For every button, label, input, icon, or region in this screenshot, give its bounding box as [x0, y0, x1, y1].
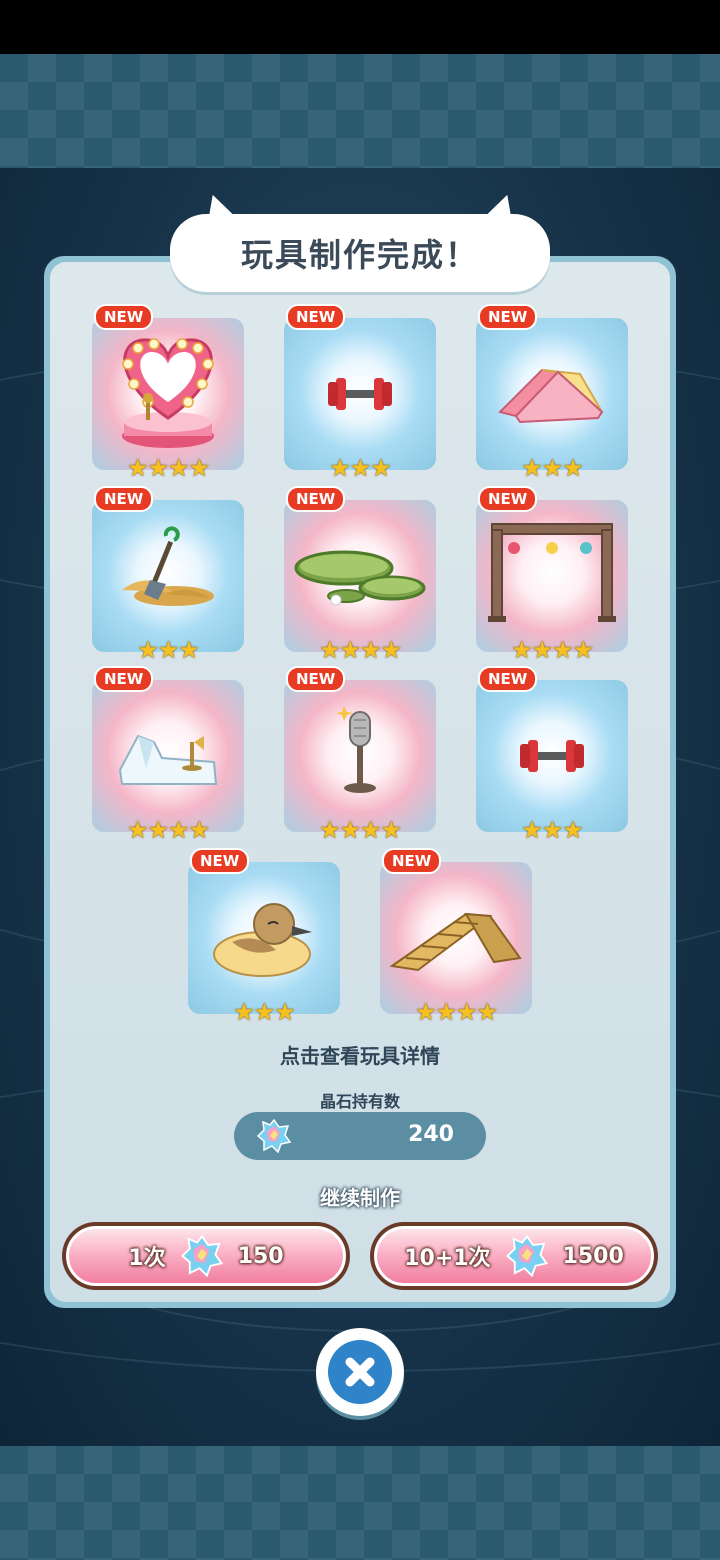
rarity-stars: ★★★: [233, 998, 296, 1026]
new-badge: NEW: [190, 848, 250, 874]
close-button[interactable]: [316, 1328, 404, 1416]
rainbow-crystal-icon: [180, 1234, 223, 1278]
craft-once-cost: 150: [237, 1243, 284, 1269]
new-badge: NEW: [478, 304, 538, 330]
craft-eleven-label: 10+1次: [404, 1246, 491, 1271]
crystal-count: 240: [408, 1122, 454, 1147]
new-badge: NEW: [94, 486, 154, 512]
rainbow-crystal-icon: [505, 1234, 548, 1278]
rarity-stars: ★★★★: [414, 998, 498, 1026]
slide-icon: [498, 368, 604, 424]
status-bar: [0, 0, 720, 54]
shovel-icon: [122, 526, 214, 606]
rarity-stars: ★★★★: [318, 816, 402, 844]
toy-card-pink-slide[interactable]: NEW ★★★: [476, 304, 628, 482]
craft-once-button[interactable]: 1次 150: [62, 1222, 350, 1290]
toy-card-red-dumbbell-2[interactable]: NEW ★★★: [476, 666, 628, 844]
new-badge: NEW: [94, 666, 154, 692]
page-title: 玩具制作完成！: [240, 236, 479, 274]
craft-once-label: 1次: [128, 1246, 166, 1271]
rainbow-crystal-icon: [256, 1118, 292, 1154]
toy-card-heart-stage[interactable]: NEW ★★★★: [92, 304, 244, 482]
owned-label: 晶石持有数: [319, 1092, 400, 1111]
toy-card-wooden-ramp[interactable]: NEW ★★★★: [380, 848, 532, 1026]
wooden-ramp-icon: [389, 912, 522, 972]
dumbbell-icon: [328, 378, 392, 410]
craft-eleven-cost: 1500: [562, 1243, 624, 1269]
rarity-stars: ★★★: [329, 454, 392, 482]
new-badge: NEW: [94, 304, 154, 330]
rarity-stars: ★★★★: [126, 816, 210, 844]
crystal-balance: 240: [234, 1112, 486, 1160]
new-badge: NEW: [478, 666, 538, 692]
toy-card-sand-shovel[interactable]: NEW ★★★: [92, 486, 244, 664]
continue-label: 继续制作: [320, 1186, 400, 1210]
new-badge: NEW: [286, 666, 346, 692]
top-pattern: [0, 54, 720, 168]
rarity-stars: ★★★: [521, 454, 584, 482]
rarity-stars: ★★★★: [510, 636, 594, 664]
toy-card-lily-pads[interactable]: NEW ★★★★: [284, 486, 436, 664]
iceberg-icon: [118, 734, 218, 785]
title-tab: 玩具制作完成！: [170, 214, 550, 292]
rarity-stars: ★★★★: [126, 454, 210, 482]
bottom-pattern: [0, 1446, 720, 1560]
stage-truss-icon: [488, 523, 616, 622]
rarity-stars: ★★★★: [318, 636, 402, 664]
toy-card-iceberg-mic[interactable]: NEW ★★★★: [92, 666, 244, 844]
lily-pad-icon: [294, 550, 426, 606]
toy-card-red-dumbbell[interactable]: NEW ★★★: [284, 304, 436, 482]
new-badge: NEW: [478, 486, 538, 512]
close-icon: [345, 1357, 375, 1387]
toy-card-stage-truss[interactable]: NEW ★★★★: [476, 486, 628, 664]
dumbbell-icon: [520, 740, 584, 772]
microphone-icon: [336, 706, 376, 793]
toy-card-duck[interactable]: NEW ★★★: [188, 848, 340, 1026]
heart-stage-icon: [122, 338, 214, 448]
rarity-stars: ★★★: [137, 636, 200, 664]
duck-icon: [213, 903, 312, 977]
craft-eleven-button[interactable]: 10+1次 1500: [370, 1222, 658, 1290]
new-badge: NEW: [286, 304, 346, 330]
rarity-stars: ★★★: [521, 816, 584, 844]
new-badge: NEW: [382, 848, 442, 874]
toy-card-microphone[interactable]: NEW ★★★★: [284, 666, 436, 844]
detail-hint[interactable]: 点击查看玩具详情: [0, 1040, 720, 1069]
new-badge: NEW: [286, 486, 346, 512]
